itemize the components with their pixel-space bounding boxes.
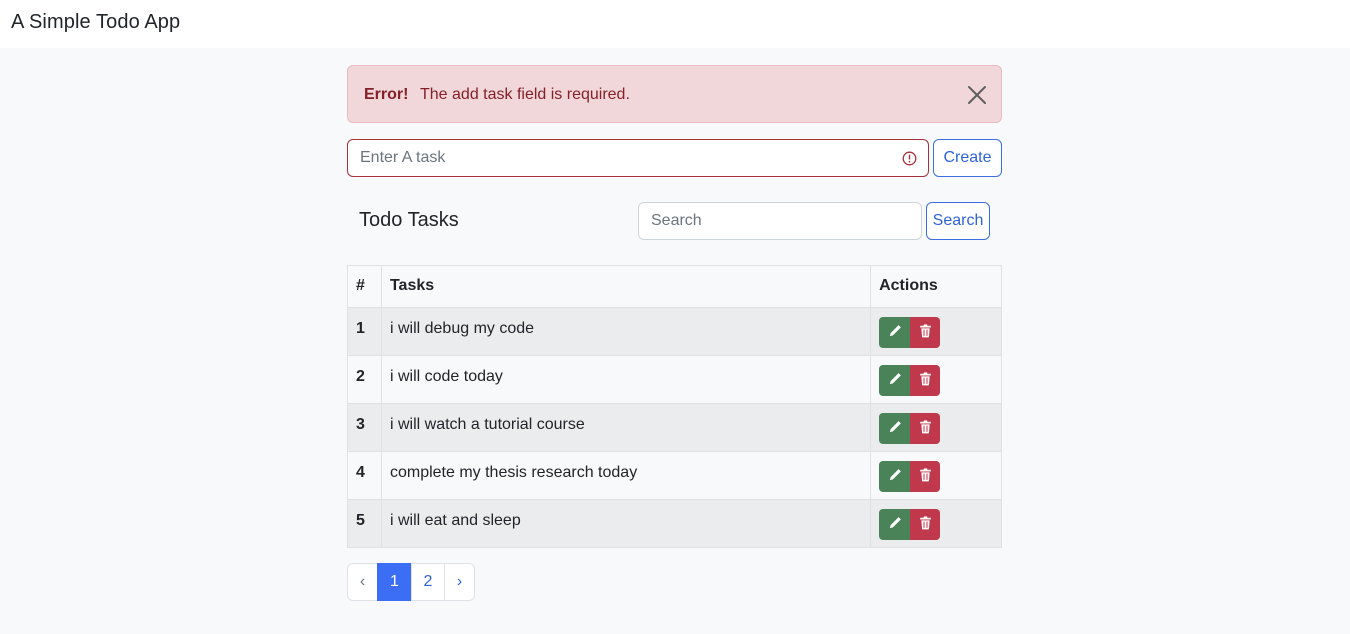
table-row: 3 i will watch a tutorial course [347, 403, 1002, 452]
close-icon[interactable] [964, 82, 990, 108]
task-text: i will eat and sleep [380, 499, 872, 548]
create-button[interactable]: Create [933, 139, 1002, 177]
task-text: i will watch a tutorial course [380, 403, 872, 452]
alert-message: The add task field is required. [420, 86, 630, 103]
edit-button[interactable] [879, 461, 911, 492]
header-tasks: Tasks [380, 265, 872, 308]
action-buttons [879, 413, 941, 444]
row-actions [870, 403, 1002, 452]
pagination: ‹ 1 2 › [347, 563, 475, 601]
task-input[interactable] [347, 139, 929, 177]
table-row: 1 i will debug my code [347, 307, 1002, 356]
delete-button[interactable] [910, 509, 941, 540]
trash-icon [919, 468, 932, 485]
delete-button[interactable] [910, 365, 941, 396]
alert-strong: Error! [364, 86, 409, 103]
delete-button[interactable] [910, 317, 941, 348]
table-header-row: # Tasks Actions [347, 265, 1002, 308]
trash-icon [919, 420, 932, 437]
row-actions [870, 307, 1002, 356]
pencil-icon [888, 420, 902, 437]
row-number: 1 [347, 307, 382, 356]
row-actions [870, 451, 1002, 500]
row-number: 4 [347, 451, 382, 500]
search-input[interactable] [638, 202, 922, 240]
action-buttons [879, 461, 941, 492]
page-1-button[interactable]: 1 [377, 563, 412, 601]
trash-icon [919, 516, 932, 533]
search-button[interactable]: Search [926, 202, 990, 240]
edit-button[interactable] [879, 317, 911, 348]
header-actions: Actions [870, 265, 1002, 308]
table-row: 5 i will eat and sleep [347, 499, 1002, 548]
task-text: i will code today [380, 355, 872, 404]
pencil-icon [888, 516, 902, 533]
row-number: 5 [347, 499, 382, 548]
table-row: 2 i will code today [347, 355, 1002, 404]
page-2-button[interactable]: 2 [411, 563, 445, 601]
row-actions [870, 499, 1002, 548]
tasks-table: # Tasks Actions 1 i will debug my code 2… [347, 265, 1002, 548]
row-actions [870, 355, 1002, 404]
trash-icon [919, 372, 932, 389]
row-number: 3 [347, 403, 382, 452]
action-buttons [879, 509, 941, 540]
error-alert: Error! The add task field is required. [347, 65, 1002, 123]
pencil-icon [888, 468, 902, 485]
table-row: 4 complete my thesis research today [347, 451, 1002, 500]
app-title[interactable]: A Simple Todo App [11, 11, 180, 34]
section-title: Todo Tasks [359, 209, 459, 231]
delete-button[interactable] [910, 413, 941, 444]
exclamation-circle-icon [902, 151, 917, 166]
trash-icon [919, 324, 932, 341]
navbar: A Simple Todo App [0, 0, 1350, 48]
task-text: i will debug my code [380, 307, 872, 356]
edit-button[interactable] [879, 413, 911, 444]
edit-button[interactable] [879, 365, 911, 396]
delete-button[interactable] [910, 461, 941, 492]
action-buttons [879, 317, 941, 348]
action-buttons [879, 365, 941, 396]
edit-button[interactable] [879, 509, 911, 540]
pencil-icon [888, 372, 902, 389]
page-prev-button[interactable]: ‹ [347, 563, 378, 601]
row-number: 2 [347, 355, 382, 404]
pencil-icon [888, 324, 902, 341]
page-next-button[interactable]: › [444, 563, 475, 601]
task-text: complete my thesis research today [380, 451, 872, 500]
header-number: # [347, 265, 382, 308]
